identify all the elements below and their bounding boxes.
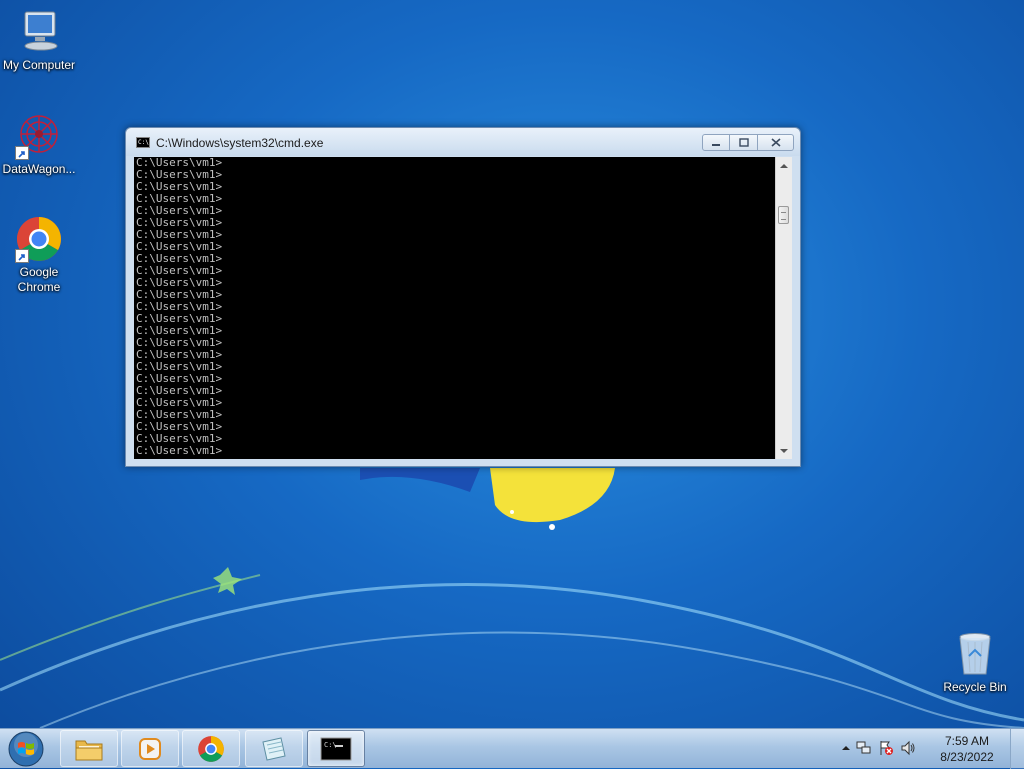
desktop-icon-recycle-bin[interactable]: Recycle Bin: [937, 630, 1013, 695]
minimize-button[interactable]: [702, 134, 730, 151]
action-center-icon[interactable]: [878, 740, 894, 756]
desktop-icon-label: Google Chrome: [17, 265, 61, 294]
clock-date: 8/23/2022: [940, 750, 994, 764]
arrow-down-icon: [780, 448, 788, 453]
console-line: C:\Users\vm1>: [136, 432, 223, 445]
clock-time: 7:59 AM: [944, 734, 990, 748]
console-line: C:\Users\vm1>: [136, 348, 223, 361]
console-icon: C:\: [320, 737, 352, 760]
folder-icon: [75, 740, 103, 760]
console-line: C:\Users\vm1>: [136, 168, 223, 181]
window-title: C:\Windows\system32\cmd.exe: [156, 136, 324, 150]
desktop-icon-google-chrome[interactable]: Google Chrome: [1, 215, 77, 295]
desktop-icon-my-computer[interactable]: My Computer: [1, 8, 77, 73]
scroll-down-button[interactable]: [776, 442, 792, 459]
chrome-icon: [15, 215, 63, 263]
taskbar: C:\ 7:59 AM 8/23/2022: [0, 728, 1024, 769]
console-line: C:\Users\vm1>: [136, 408, 223, 421]
minimize-icon: [712, 143, 720, 146]
svg-text:C:\: C:\: [324, 741, 337, 749]
console-line: C:\Users\vm1>: [136, 264, 223, 277]
console-line: C:\Users\vm1>: [136, 204, 223, 217]
console-icon: C:\: [136, 137, 150, 148]
desktop-icon-label: DataWagon...: [2, 162, 76, 176]
console-line: C:\Users\vm1>: [136, 384, 223, 397]
arrow-up-icon: [780, 163, 788, 168]
close-button[interactable]: [758, 134, 794, 151]
desktop-icon-label: Recycle Bin: [943, 680, 1007, 694]
console-line: C:\Users\vm1>: [136, 192, 223, 205]
taskbar-media-player-button[interactable]: [121, 730, 179, 767]
show-desktop-button[interactable]: [1010, 729, 1024, 769]
console-line: C:\Users\vm1>: [136, 420, 223, 433]
console-line: C:\Users\vm1>: [136, 444, 223, 457]
window-controls: [702, 134, 794, 152]
cmd-titlebar[interactable]: C:\ C:\Windows\system32\cmd.exe: [126, 128, 800, 156]
system-tray: 7:59 AM 8/23/2022: [834, 729, 1024, 769]
close-icon: [770, 138, 781, 147]
console-line: C:\Users\vm1>: [136, 157, 223, 169]
console-line: C:\Users\vm1>: [136, 336, 223, 349]
windows-logo-icon: [8, 731, 44, 767]
maximize-button[interactable]: [730, 134, 758, 151]
taskbar-explorer-button[interactable]: [60, 730, 118, 767]
console-line: C:\Users\vm1>: [136, 324, 223, 337]
volume-icon[interactable]: [900, 740, 916, 756]
chrome-icon: [198, 735, 224, 762]
network-icon[interactable]: [856, 740, 872, 756]
notepad-icon: [262, 736, 286, 761]
shortcut-arrow-icon: [15, 146, 29, 160]
console-line: C:\Users\vm1>: [136, 252, 223, 265]
console-line: C:\Users\vm1>: [136, 180, 223, 193]
scroll-thumb[interactable]: [778, 206, 789, 224]
start-button[interactable]: [6, 730, 46, 768]
computer-icon: [15, 8, 63, 56]
console-output[interactable]: C:\Users\vm1> C:\Users\vm1> C:\Users\vm1> C…: [136, 157, 774, 459]
console-line: C:\Users\vm1>: [136, 216, 223, 229]
shortcut-arrow-icon: [15, 249, 29, 263]
show-hidden-icons-button[interactable]: [838, 740, 854, 756]
console-line: C:\Users\vm1>: [136, 288, 223, 301]
cmd-window[interactable]: C:\ C:\Windows\system32\cmd.exe C:\Users…: [125, 127, 801, 467]
desktop-icon-datawagon[interactable]: DataWagon...: [1, 112, 77, 177]
taskbar-notepad-button[interactable]: [245, 730, 303, 767]
console-line: C:\Users\vm1>: [136, 300, 223, 313]
console-line: C:\Users\vm1>: [136, 360, 223, 373]
chevron-up-icon: [842, 746, 850, 750]
taskbar-clock[interactable]: 7:59 AM 8/23/2022: [932, 733, 1002, 765]
console-line: C:\Users\vm1>: [136, 240, 223, 253]
console-area[interactable]: C:\Users\vm1> C:\Users\vm1> C:\Users\vm1> C…: [134, 157, 792, 459]
media-player-icon: [139, 737, 161, 760]
recycle-bin-icon: [951, 630, 999, 678]
console-line: C:\Users\vm1>: [136, 228, 223, 241]
taskbar-chrome-button[interactable]: [182, 730, 240, 767]
maximize-icon: [738, 138, 749, 147]
console-line: C:\Users\vm1>: [136, 312, 223, 325]
desktop-icon-label: My Computer: [2, 58, 76, 72]
console-line: C:\Users\vm1>: [136, 276, 223, 289]
datawagon-icon: [15, 112, 63, 160]
console-line: C:\Users\vm1>: [136, 372, 223, 385]
console-line: C:\Users\vm1>: [136, 396, 223, 409]
taskbar-cmd-button[interactable]: C:\: [307, 730, 365, 767]
vertical-scrollbar[interactable]: [775, 157, 792, 459]
scroll-up-button[interactable]: [776, 157, 792, 174]
